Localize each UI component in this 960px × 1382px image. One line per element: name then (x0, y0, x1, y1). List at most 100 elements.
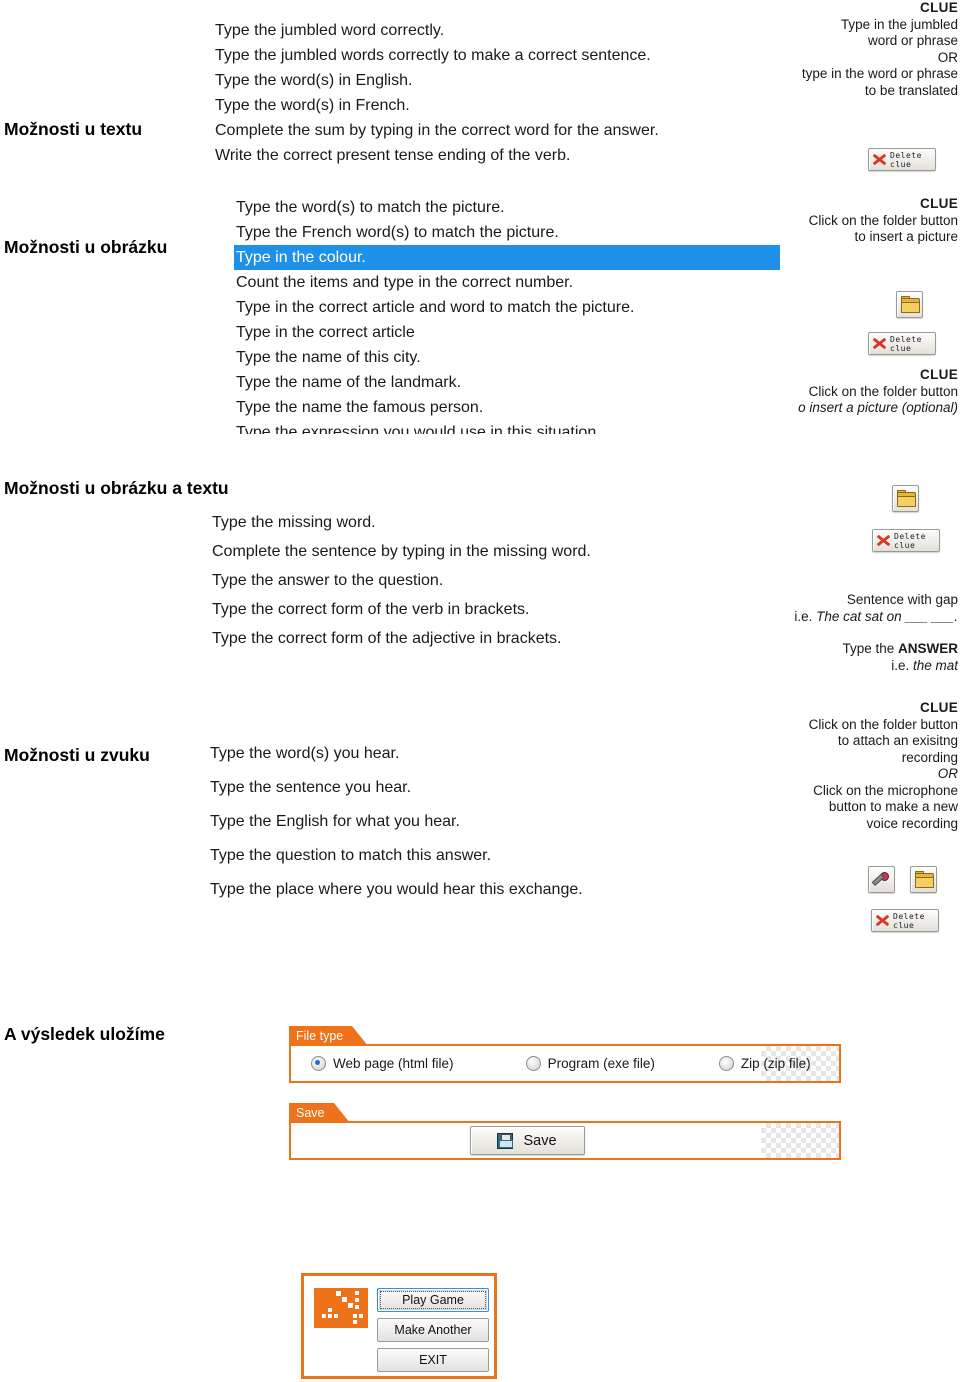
delete-clue-button-text[interactable]: Delete clue (868, 148, 936, 171)
list-item[interactable]: Type the word(s) you hear. (208, 737, 758, 771)
delete-clue-label-2: clue (890, 159, 912, 169)
radio-label-zip: Zip (zip file) (740, 1056, 811, 1071)
list-item[interactable]: Type in the correct article (234, 320, 780, 345)
clue-title: CLUE (920, 196, 958, 211)
radio-icon-exe[interactable] (525, 1056, 541, 1071)
clue-title: CLUE (920, 0, 958, 15)
list-item[interactable]: Type the expression you would use in thi… (234, 420, 780, 434)
radio-icon-html[interactable] (311, 1056, 326, 1071)
delete-clue-button-picture[interactable]: Delete clue (868, 332, 936, 355)
list-item[interactable]: Type the word(s) in French. (213, 93, 758, 118)
list-item[interactable]: Type the word(s) in English. (213, 68, 758, 93)
clue-line: Click on the folder button (808, 716, 958, 732)
insert-picture-folder-button[interactable] (896, 291, 923, 318)
options-list-text[interactable]: Type the jumbled word correctly. Type th… (213, 18, 758, 168)
section-label-save: A výsledek uložíme (4, 1024, 165, 1044)
radio-label-exe: Program (exe file) (547, 1056, 655, 1071)
list-item[interactable]: Write the correct present tense ending o… (213, 143, 758, 168)
radio-option-zip[interactable]: Zip (zip file) (718, 1056, 811, 1071)
play-game-label: Play Game (402, 1293, 464, 1307)
list-item[interactable]: Type the sentence you hear. (208, 771, 758, 805)
exit-label: EXIT (419, 1353, 447, 1367)
list-item[interactable]: Type the jumbled word correctly. (213, 18, 758, 43)
section-label-picture-and-text-options: Možnosti u obrázku a textu (4, 478, 229, 498)
clue-line: type in the word or phrase (801, 66, 958, 81)
gap-hint-line4-italic: the mat (912, 657, 958, 673)
gap-hint-line4-prefix: i.e. (891, 657, 913, 673)
insert-picture-folder-button-2[interactable] (892, 485, 919, 512)
clue-line: to be translated (864, 82, 958, 98)
gap-hint-line4: i.e. the mat (728, 658, 958, 675)
list-item[interactable]: Complete the sum by typing in the correc… (213, 118, 758, 143)
options-list-sound[interactable]: Type the word(s) you hear. Type the sent… (208, 737, 758, 907)
list-item[interactable]: Type the place where you would hear this… (208, 873, 758, 907)
make-another-button[interactable]: Make Another (377, 1318, 489, 1342)
clue-line: OR (937, 49, 958, 65)
list-item[interactable]: Type the name of the landmark. (234, 370, 780, 395)
list-item[interactable]: Type in the correct article and word to … (234, 295, 780, 320)
gap-hint-line2-italic: The cat sat on ___ ___. (816, 608, 958, 624)
clue-panel-text: CLUE Type in the jumbled word or phrase … (748, 0, 958, 99)
clue-line: word or phrase (867, 33, 958, 48)
save-panel-tab: Save (289, 1103, 349, 1123)
list-item[interactable]: Type the answer to the question. (210, 566, 770, 595)
delete-clue-button-picture-text[interactable]: Delete clue (872, 529, 940, 552)
options-list-picture[interactable]: Type the word(s) to match the picture. T… (234, 195, 780, 434)
delete-clue-label-1: Delete (893, 911, 925, 921)
clue-line: Type in the jumbled (840, 16, 958, 32)
list-item[interactable]: Type the missing word. (210, 508, 770, 537)
folder-icon (915, 871, 934, 888)
exit-button[interactable]: EXIT (377, 1348, 489, 1372)
list-item[interactable]: Type the question to match this answer. (208, 839, 758, 873)
list-item[interactable]: Type the word(s) to match the picture. (234, 195, 780, 220)
save-button[interactable]: Save (469, 1126, 585, 1155)
list-item[interactable]: Count the items and type in the correct … (234, 270, 780, 295)
save-button-label: Save (523, 1132, 557, 1149)
list-item[interactable]: Type the correct form of the verb in bra… (210, 595, 770, 624)
delete-clue-label-2: clue (893, 920, 915, 930)
radio-option-html[interactable]: Web page (html file) (311, 1056, 454, 1071)
list-item[interactable]: Type the name of this city. (234, 345, 780, 370)
clue-line: recording (901, 749, 958, 765)
radio-icon-zip[interactable] (718, 1056, 734, 1071)
list-item[interactable]: Type the jumbled words correctly to make… (213, 43, 758, 68)
list-item[interactable]: Type the French word(s) to match the pic… (234, 220, 780, 245)
folder-icon (901, 296, 920, 313)
radio-option-exe[interactable]: Program (exe file) (525, 1056, 655, 1071)
delete-x-icon (874, 912, 891, 929)
save-panel: Save Save (289, 1103, 841, 1160)
file-type-panel: File type Web page (html file) Program (… (289, 1026, 841, 1083)
clue-line: button to make a new (828, 799, 958, 814)
clue-title: CLUE (920, 700, 958, 715)
clue-panel-picture-bottom: CLUE Click on the folder button o insert… (748, 367, 958, 417)
clue-line: voice recording (866, 815, 958, 831)
list-item[interactable]: Type the name the famous person. (234, 395, 780, 420)
clue-line: OR (937, 766, 958, 781)
play-game-button[interactable]: Play Game (377, 1288, 489, 1312)
section-label-sound-options: Možnosti u zvuku (4, 745, 150, 765)
file-type-panel-tab: File type (289, 1026, 369, 1046)
delete-clue-button-sound[interactable]: Delete clue (871, 909, 939, 932)
options-list-picture-text[interactable]: Type the missing word. Complete the sent… (210, 508, 770, 653)
record-voice-button[interactable] (868, 866, 895, 893)
delete-x-icon (875, 532, 892, 549)
list-item-selected[interactable]: Type in the colour. (234, 245, 780, 270)
list-item[interactable]: Complete the sentence by typing in the m… (210, 537, 770, 566)
section-label-text-options: Možnosti u textu (4, 119, 143, 139)
clue-line: to insert a picture (854, 229, 958, 244)
clue-line: Click on the folder button (808, 383, 958, 399)
delete-clue-label-2: clue (894, 540, 916, 550)
clue-line: Click on the folder button (808, 212, 958, 228)
delete-x-icon (871, 335, 888, 352)
list-item[interactable]: Type the English for what you hear. (208, 805, 758, 839)
section-label-picture-options: Možnosti u obrázku (4, 237, 168, 257)
list-item[interactable]: Type the correct form of the adjective i… (210, 624, 770, 653)
clue-title: CLUE (920, 367, 958, 382)
app-logo-icon (314, 1288, 368, 1328)
gap-hint-line2: i.e. The cat sat on ___ ___. (728, 609, 958, 626)
attach-recording-folder-button[interactable] (910, 866, 937, 893)
radio-label-html: Web page (html file) (333, 1056, 454, 1071)
game-launcher-window: Play Game Make Another EXIT (301, 1273, 497, 1379)
delete-clue-label-1: Delete (890, 334, 922, 344)
clue-line: Click on the microphone (813, 782, 958, 798)
